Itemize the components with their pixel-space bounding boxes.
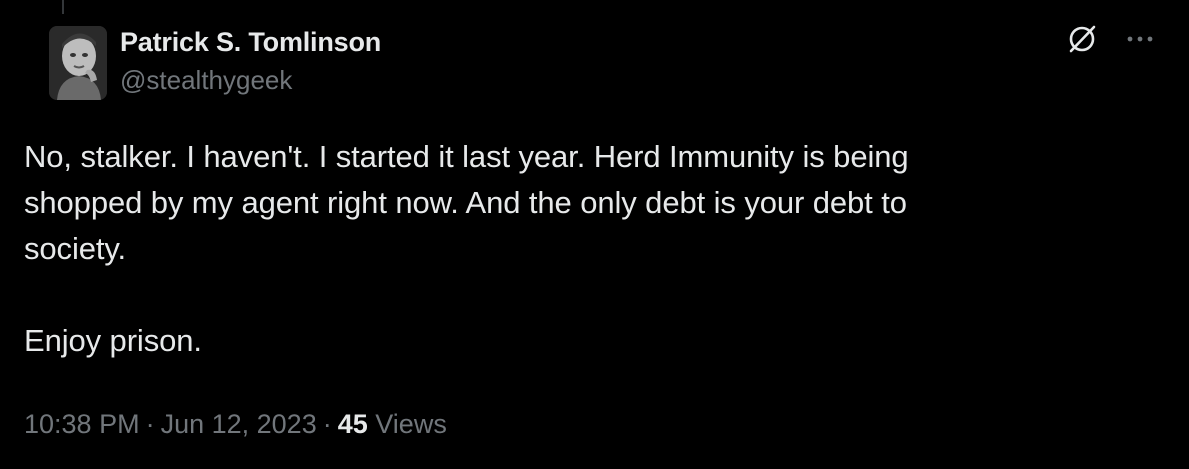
thread-connector-line bbox=[62, 0, 64, 14]
tweet-text: No, stalker. I haven't. I started it las… bbox=[24, 134, 1144, 364]
tweet-top-actions bbox=[1065, 22, 1155, 56]
tweet-text-line: Enjoy prison. bbox=[24, 323, 202, 358]
grok-icon[interactable] bbox=[1065, 22, 1099, 56]
views-label[interactable]: Views bbox=[375, 409, 447, 439]
tweet-text-line: society. bbox=[24, 231, 126, 266]
tweet-text-line: shopped by my agent right now. And the o… bbox=[24, 185, 907, 220]
meta-separator: · bbox=[145, 409, 155, 439]
tweet-author: Patrick S. Tomlinson @stealthygeek bbox=[120, 26, 381, 96]
tweet-meta: 10:38 PM · Jun 12, 2023 · 45 Views bbox=[24, 404, 447, 444]
avatar[interactable] bbox=[49, 26, 107, 100]
tweet-text-line: No, stalker. I haven't. I started it las… bbox=[24, 139, 909, 174]
tweet-time[interactable]: 10:38 PM bbox=[24, 409, 140, 439]
more-icon[interactable] bbox=[1125, 34, 1155, 44]
tweet-date[interactable]: Jun 12, 2023 bbox=[161, 409, 317, 439]
views-count[interactable]: 45 bbox=[338, 409, 368, 439]
meta-separator: · bbox=[322, 409, 332, 439]
author-handle[interactable]: @stealthygeek bbox=[120, 64, 381, 96]
author-display-name[interactable]: Patrick S. Tomlinson bbox=[120, 26, 381, 58]
